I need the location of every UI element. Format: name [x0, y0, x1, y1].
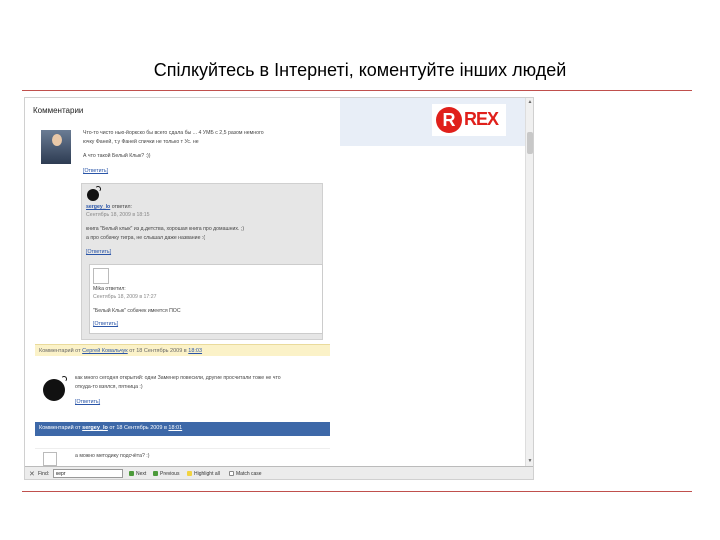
comment: а можно методику подсчёта? :) — [35, 448, 330, 466]
bomb-avatar-icon — [87, 186, 101, 201]
rex-logo-text: REX — [464, 109, 499, 129]
scroll-down-icon[interactable]: ▼ — [527, 458, 533, 464]
find-next-label: Next — [136, 471, 147, 477]
nested-reply-author-name: Mika — [93, 286, 104, 292]
rex-logo[interactable]: R REX — [432, 104, 506, 136]
arrow-up-icon — [153, 471, 158, 477]
comment-text-line: Что-то чисто нью-йоркско бы всего сдала … — [83, 130, 264, 136]
footer-date: от 18 Сентябрь 2009 в — [109, 425, 167, 431]
match-case-checkbox[interactable]: Match case — [229, 471, 262, 477]
comment-text-line: А что такой Белый Клык? :)) — [83, 153, 151, 159]
reply-author-name[interactable]: sergey_lo — [86, 204, 110, 210]
comment-author-link[interactable]: Сергей Ковальчук — [82, 348, 128, 354]
comment-footer-text: Комментарий от sergey_lo от 18 Сентябрь … — [39, 425, 182, 431]
find-label: Find: — [38, 471, 50, 477]
reply-link[interactable]: [Ответить] — [83, 168, 108, 174]
nested-reply-box: Mika ответил: Сентябрь 18, 2009 в 17:27 … — [89, 264, 323, 334]
comment-footer: Комментарий от Сергей Ковальчук от 18 Се… — [35, 344, 330, 356]
footer-date: от 18 Сентябрь 2009 в — [129, 348, 187, 354]
blank-avatar-icon — [43, 452, 57, 466]
reply-link[interactable]: [Ответить] — [75, 399, 100, 405]
comment-avatar — [41, 130, 71, 164]
highlight-all-label: Highlight all — [194, 471, 220, 477]
browser-screenshot: Комментарии R REX ▲ ▼ Что-то чисто нью-й… — [24, 97, 534, 480]
bomb-avatar-icon — [43, 376, 67, 401]
match-case-label: Match case — [236, 471, 262, 477]
footer-prefix: Комментарий от — [39, 348, 81, 354]
ad-banner[interactable]: R REX — [340, 98, 525, 146]
arrow-down-icon — [129, 471, 134, 477]
reply-text-line: а про собачку тигра, не слышал даже назв… — [86, 235, 206, 241]
highlight-icon — [187, 471, 192, 477]
nested-reply-text: "Белый Клык" собачек имеется ПОС — [93, 308, 181, 314]
find-next-button[interactable]: Next — [129, 471, 146, 477]
rex-logo-r-icon: R — [436, 107, 462, 133]
reply-author: sergey_lo ответил: — [86, 204, 132, 210]
comment-time-link[interactable]: 18:03 — [188, 348, 202, 354]
find-previous-button[interactable]: Previous — [153, 471, 179, 477]
comment-footer-text: Комментарий от Сергей Ковальчук от 18 Се… — [39, 348, 202, 354]
highlight-all-button[interactable]: Highlight all — [187, 471, 220, 477]
find-previous-label: Previous — [160, 471, 180, 477]
reply-link[interactable]: [Ответить] — [86, 249, 111, 255]
footer-prefix: Комментарий от — [39, 425, 81, 431]
comment-author-link[interactable]: sergey_lo — [82, 425, 108, 431]
comment-text-line: ючку Фаней, т.у Фаней спички не только т… — [83, 139, 199, 145]
title-divider — [22, 90, 692, 91]
scroll-up-icon[interactable]: ▲ — [527, 99, 533, 105]
blank-avatar-icon — [93, 268, 109, 284]
reply-text-line: книга "Белый клык" из д.детства, хорошая… — [86, 226, 245, 232]
bottom-divider — [22, 491, 692, 492]
comment-footer: Комментарий от sergey_lo от 18 Сентябрь … — [35, 422, 330, 436]
comments-heading: Комментарии — [33, 106, 84, 115]
find-input[interactable]: керг — [53, 469, 123, 478]
nested-reply-date: Сентябрь 18, 2009 в 17:27 — [93, 294, 157, 300]
reply-author-verb: ответил: — [111, 204, 132, 210]
close-icon[interactable]: ✕ — [29, 470, 35, 478]
comment-text-line: как много сегодня открытий: одни Заменер… — [75, 375, 281, 381]
reply-link[interactable]: [Ответить] — [93, 321, 118, 327]
comment-text-line: откуда-то взялся, пятница :) — [75, 384, 143, 390]
nested-reply-author: Mika ответил: — [93, 286, 126, 292]
scroll-thumb[interactable] — [527, 132, 533, 154]
comment-text-line: а можно методику подсчёта? :) — [75, 453, 150, 459]
checkbox-icon — [229, 471, 234, 477]
comment: как много сегодня открытий: одни Заменер… — [35, 371, 330, 422]
vertical-scrollbar[interactable]: ▲ ▼ — [525, 98, 533, 466]
slide-title: Спілкуйтесь в Інтернеті, коментуйте інши… — [153, 60, 567, 80]
comment-time-link[interactable]: 18:01 — [168, 425, 182, 431]
find-bar: ✕ Find: керг Next Previous Highlight all… — [25, 466, 533, 479]
nested-reply-author-verb: ответил: — [105, 286, 126, 292]
reply-date: Сентябрь 18, 2009 в 18:15 — [86, 212, 150, 218]
